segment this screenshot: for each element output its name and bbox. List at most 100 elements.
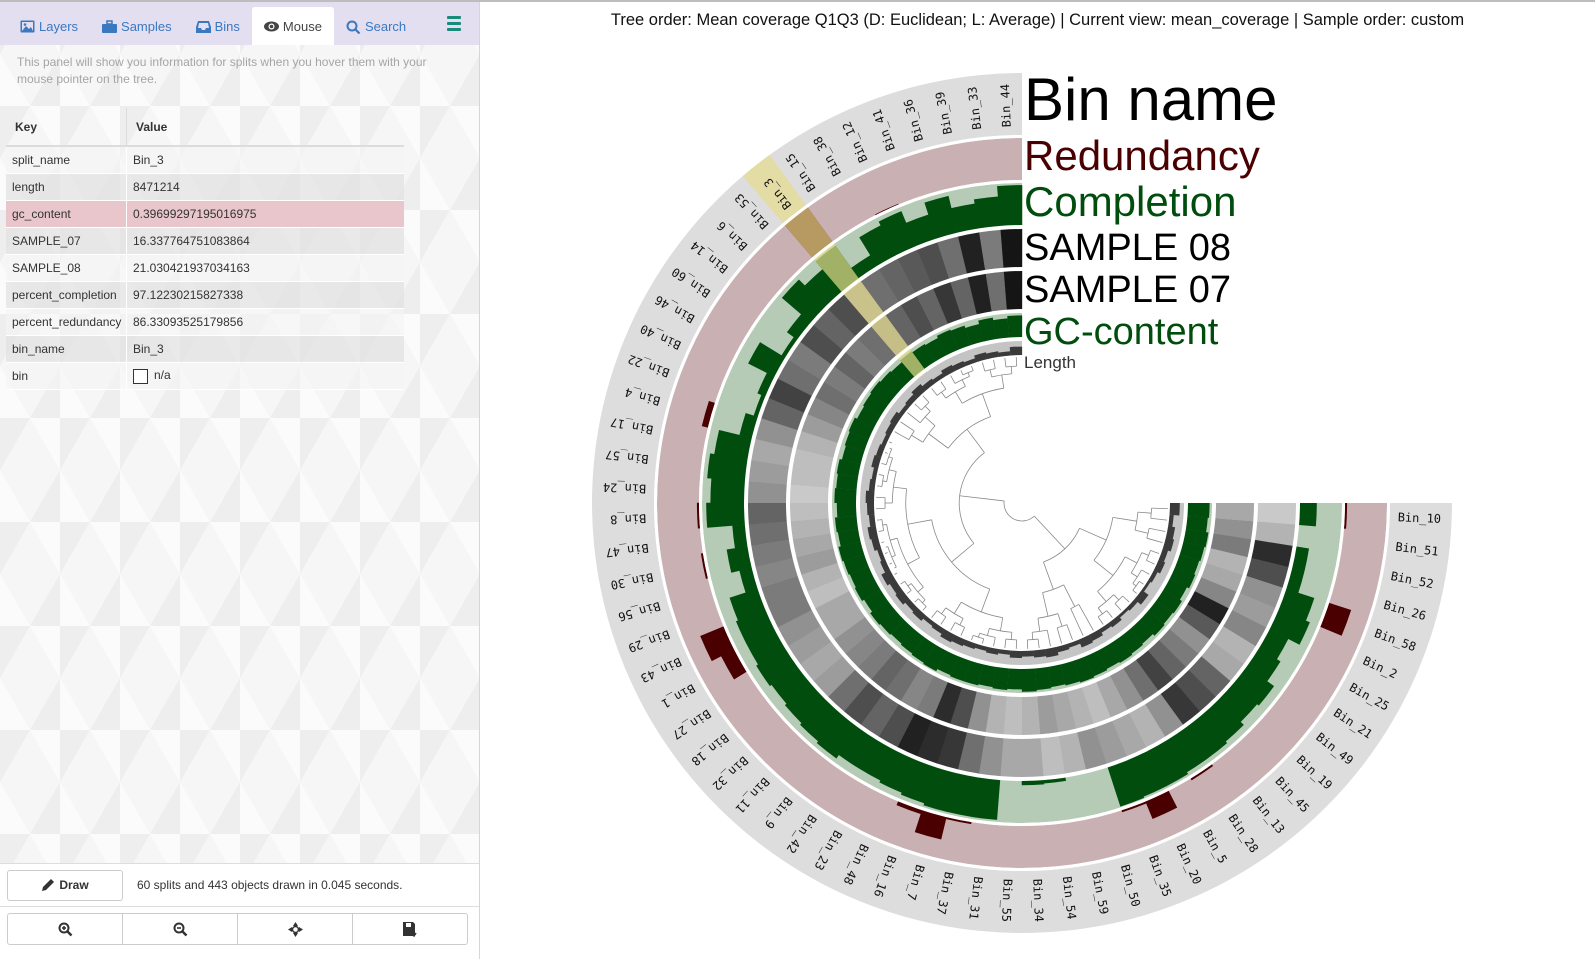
gc-content-bar [834,488,857,503]
row-key: gc_content [6,200,127,228]
save-icon [402,921,417,937]
length-bar [867,502,875,516]
tab-label: Layers [39,18,79,34]
tree-branch [924,405,931,412]
table-header: Key Value [6,108,404,147]
tree-branch [941,391,947,399]
bin-label[interactable]: Bin_10 [1397,510,1441,526]
sidebar-tabs: Layers Samples Bins Mouse Search [0,2,479,45]
zoom-in-button[interactable] [8,914,123,944]
tree-branch [1112,516,1137,522]
length-bar [1033,649,1047,658]
length-bar [1169,503,1180,516]
tree-branch [981,393,991,417]
tree-branch [1010,632,1013,640]
sample-07-cell [1021,696,1041,735]
row-value: 21.030421937034163 [126,254,404,282]
tree-branch [907,583,912,587]
tree-branch [1150,517,1159,520]
tree-branch [941,607,947,615]
bin-label[interactable]: Bin_8 [610,511,647,526]
tree-branch [917,586,924,593]
bin-value: n/a [154,368,171,383]
length-ring [860,341,1184,665]
ring-separator [856,337,1188,669]
tree-branch [966,429,985,453]
table-row: SAMPLE_07 16.337764751083864 [6,227,404,255]
bin-label[interactable]: Bin_24 [603,480,647,496]
tree-branch [902,435,910,441]
row-key: length [6,173,127,201]
search-icon [346,20,361,34]
tree-branch [885,546,888,548]
tree-branch [1130,572,1138,578]
tree-branch [1132,583,1137,587]
tree-branch [889,447,892,450]
tree-branch [1003,500,1035,522]
tree-branch [1134,529,1149,534]
bin-label[interactable]: Bin_55 [999,878,1015,922]
tree-branch [1150,550,1155,553]
tab-label: Mouse [282,18,322,34]
tree-branch [1132,590,1135,593]
tree-branch [1139,581,1142,583]
tree-branch [888,456,893,459]
tree-branch [961,372,964,376]
tree-branch [952,622,956,627]
save-button[interactable] [353,914,467,944]
sample-08-cell [1000,738,1022,777]
table-row: SAMPLE_08 21.030421937034163 [6,254,404,282]
value-column-header: Value [126,108,404,147]
zoom-out-icon [173,922,187,936]
hamburger-icon[interactable] [447,16,461,34]
tree-branch [1031,632,1034,640]
tree-branch [1122,595,1126,600]
tree-branch [1146,559,1151,563]
zoom-in-icon [58,922,72,936]
tab-samples[interactable]: Samples [90,7,184,45]
draw-label: Draw [59,878,89,892]
tree-branch [1000,617,1004,631]
tree-branch [987,628,990,636]
tree-branch [1075,620,1084,636]
dendrogram [876,357,1168,649]
tree-branch [989,369,993,378]
bin-label[interactable]: Bin_34 [1030,878,1046,922]
tree-branch [890,537,898,541]
pencil-icon [42,879,55,891]
tab-bins[interactable]: Bins [184,7,252,45]
tree-branch [924,606,927,609]
tab-mouse[interactable]: Mouse [251,7,334,45]
bin-label[interactable]: Bin_44 [998,84,1014,128]
center-button[interactable] [238,914,353,944]
circular-tree-chart[interactable]: Bin_10Bin_51Bin_52Bin_26Bin_58Bin_2Bin_2… [480,40,1595,959]
zoom-out-button[interactable] [123,914,238,944]
image-icon [20,20,35,33]
tab-layers[interactable]: Layers [0,7,90,45]
eye-icon [263,20,279,33]
table-row: bin_name Bin_3 [6,335,404,363]
draw-button[interactable]: Draw [7,869,123,901]
tree-branch [1125,598,1130,603]
tree-branch [962,627,966,632]
tree-branch [959,495,1005,502]
tree-branch [1001,374,1005,389]
ring-separator [874,355,1170,651]
tab-search[interactable]: Search [334,7,418,45]
completion-bar [710,478,745,503]
tree-branch [894,431,903,437]
sample-08-cell [1000,229,1023,268]
length-bar [1009,346,1023,356]
legend-layer-name: SAMPLE 07 [1024,269,1231,311]
tree-branch [1137,511,1152,514]
tree-branch [928,433,949,449]
tree-branch [882,480,887,482]
tree-branch [925,399,930,403]
tree-branch [972,368,974,371]
bin-checkbox[interactable] [133,368,148,384]
tree-branch [921,599,926,604]
length-bar [865,490,875,503]
length-bar [1021,650,1035,657]
tree-branch [878,474,882,476]
tree-branch [961,379,966,387]
